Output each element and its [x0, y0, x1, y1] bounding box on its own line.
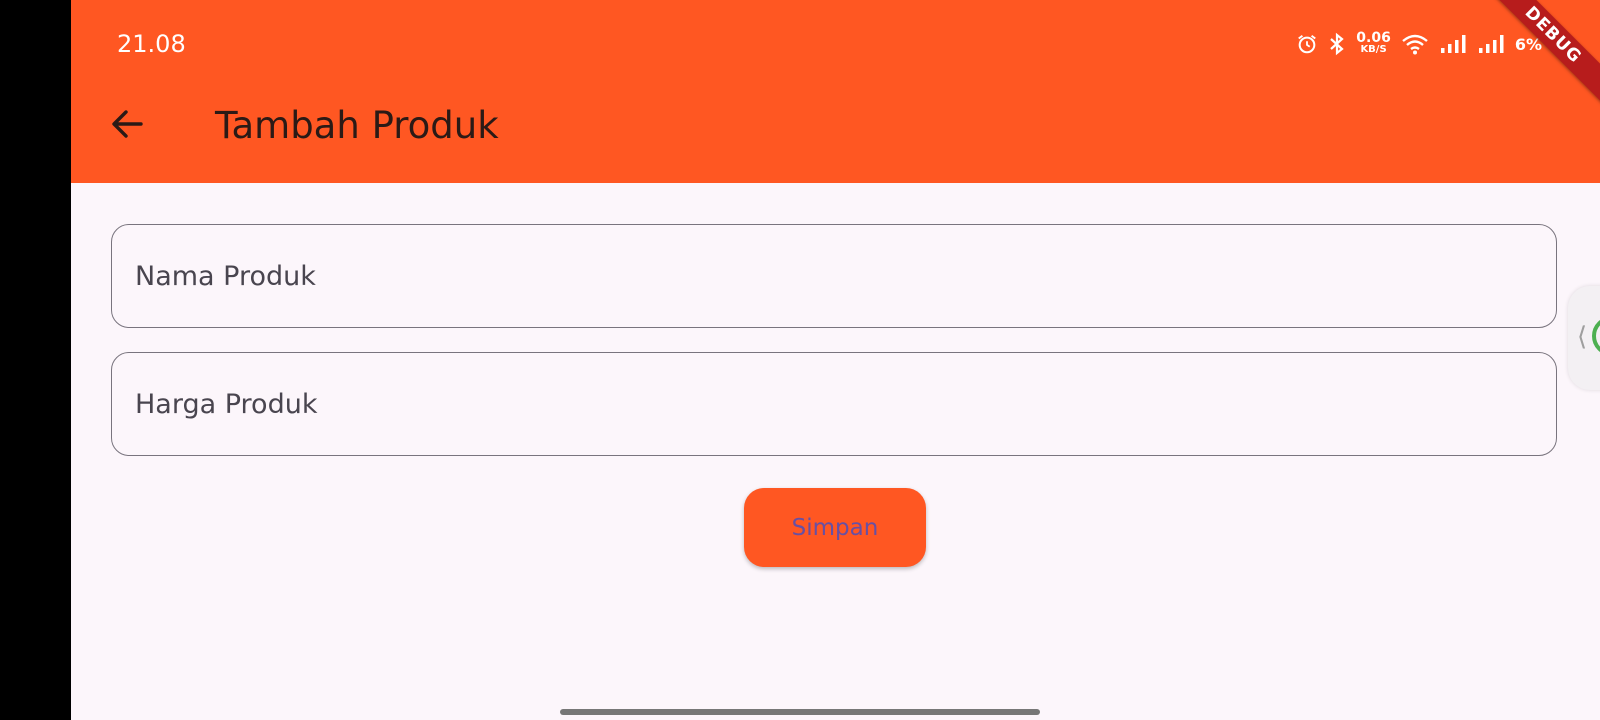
network-speed-unit: KB/S — [1360, 44, 1387, 55]
page-title: Tambah Produk — [215, 104, 499, 147]
app-bar: 21.08 0.06 KB/S 6% Tambah Produk DEBUG — [71, 0, 1600, 183]
product-price-field[interactable]: Harga Produk — [111, 352, 1557, 456]
save-button[interactable]: Simpan — [744, 488, 926, 567]
assistant-ring-icon — [1592, 316, 1600, 356]
status-icons: 0.06 KB/S 6% — [1296, 28, 1542, 60]
signal-icon — [1440, 35, 1466, 53]
product-name-label: Nama Produk — [135, 261, 316, 292]
floating-side-handle[interactable]: ⟨ — [1568, 286, 1600, 390]
wifi-icon — [1402, 34, 1428, 55]
status-time: 21.08 — [117, 30, 186, 58]
bluetooth-icon — [1330, 32, 1344, 56]
signal-icon — [1478, 35, 1504, 53]
arrow-back-icon — [112, 110, 143, 138]
network-speed: 0.06 KB/S — [1356, 30, 1391, 56]
app-screen: 21.08 0.06 KB/S 6% Tambah Produk DEBUG N… — [71, 0, 1600, 720]
alarm-icon — [1298, 34, 1317, 54]
network-speed-value: 0.06 — [1356, 30, 1391, 46]
back-button[interactable] — [103, 100, 151, 148]
home-indicator[interactable] — [560, 709, 1040, 715]
product-price-label: Harga Produk — [135, 389, 318, 420]
product-name-field[interactable]: Nama Produk — [111, 224, 1557, 328]
chevron-left-icon: ⟨ — [1577, 322, 1588, 352]
